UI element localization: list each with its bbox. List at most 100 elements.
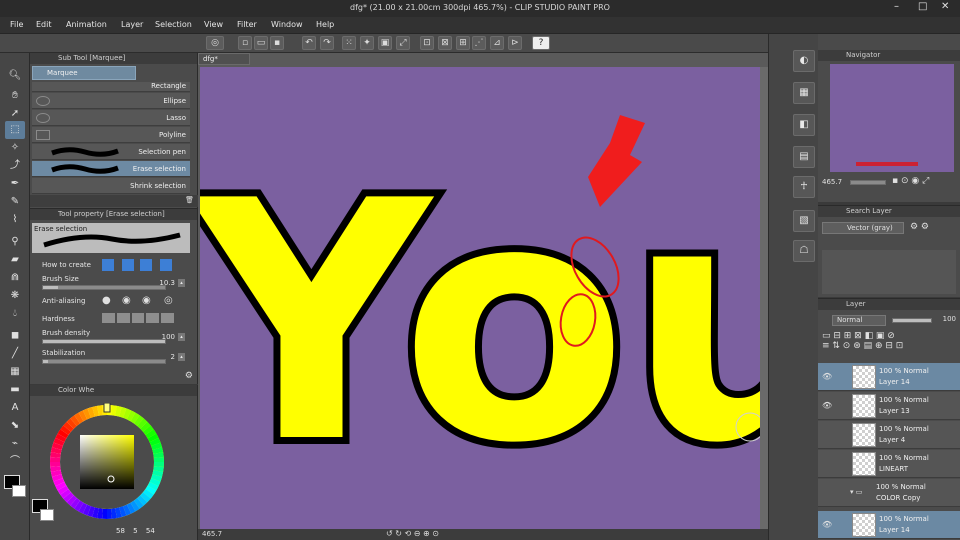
hue-segment[interactable] bbox=[60, 488, 72, 499]
subtool-lasso[interactable]: Lasso bbox=[32, 110, 190, 126]
hue-segment[interactable] bbox=[82, 504, 91, 516]
search-options-icon[interactable]: ⚙ ⚙ bbox=[910, 222, 929, 232]
navigator-preview[interactable] bbox=[830, 64, 954, 172]
aa-none-icon[interactable]: ● bbox=[102, 295, 111, 306]
mode-add-selection-button[interactable] bbox=[122, 259, 134, 271]
help-icon[interactable]: ? bbox=[532, 36, 550, 50]
hue-segment[interactable] bbox=[130, 500, 140, 512]
hue-segment[interactable] bbox=[115, 405, 122, 417]
hue-segment[interactable] bbox=[147, 433, 159, 443]
hue-segment[interactable] bbox=[123, 504, 132, 516]
hue-segment[interactable] bbox=[50, 466, 61, 472]
menu-selection[interactable]: Selection bbox=[155, 20, 192, 29]
hue-segment[interactable] bbox=[87, 406, 95, 418]
hue-segment[interactable] bbox=[66, 495, 77, 506]
hue-segment[interactable] bbox=[111, 405, 117, 416]
subtool-group-tab[interactable]: Marquee bbox=[32, 66, 136, 80]
hue-segment[interactable] bbox=[63, 492, 74, 503]
zoom-tool-icon[interactable]: 🔍︎ bbox=[5, 67, 25, 85]
hue-segment[interactable] bbox=[63, 421, 74, 432]
marquee-tool-icon[interactable]: ⬚ bbox=[5, 121, 25, 139]
menu-help[interactable]: Help bbox=[316, 20, 334, 29]
sub-color-swatch[interactable] bbox=[12, 485, 26, 497]
brush-density-spinner[interactable]: ▴ bbox=[178, 333, 185, 341]
opacity-slider[interactable] bbox=[892, 318, 932, 323]
hue-segment[interactable] bbox=[133, 415, 144, 427]
zoom-readout[interactable]: 465.7 bbox=[202, 530, 222, 538]
hue-segment[interactable] bbox=[50, 452, 61, 458]
open-folder-icon[interactable]: ▭ bbox=[254, 36, 268, 50]
document-tab[interactable]: dfg* bbox=[198, 53, 250, 65]
layer-row[interactable]: 👁︎ 100 % Normal Layer 14 bbox=[818, 511, 960, 539]
hue-segment[interactable] bbox=[111, 508, 117, 519]
hue-segment[interactable] bbox=[147, 481, 159, 491]
hardness-selector[interactable] bbox=[102, 313, 174, 323]
hue-segment[interactable] bbox=[87, 506, 95, 518]
figure-icon[interactable]: ☥ bbox=[793, 176, 815, 198]
hue-segment[interactable] bbox=[137, 418, 148, 429]
hue-segment[interactable] bbox=[133, 497, 144, 509]
frame-tool-icon[interactable]: ▦ bbox=[5, 363, 25, 381]
hue-segment[interactable] bbox=[137, 495, 148, 506]
hue-segment[interactable] bbox=[145, 485, 157, 495]
save-icon[interactable]: ▪ bbox=[270, 36, 284, 50]
menu-animation[interactable]: Animation bbox=[66, 20, 107, 29]
layer-property-icon[interactable]: ◧ bbox=[793, 114, 815, 136]
hue-segment[interactable] bbox=[50, 470, 62, 477]
subtool-polyline[interactable]: Polyline bbox=[32, 127, 190, 143]
ruler-icon[interactable]: ⊿ bbox=[490, 36, 504, 50]
snap-special-icon[interactable]: ⋰ bbox=[472, 36, 486, 50]
eye-icon[interactable]: 👁︎ bbox=[822, 372, 832, 381]
hue-segment[interactable] bbox=[145, 429, 157, 439]
hue-segment[interactable] bbox=[142, 488, 154, 499]
hue-segment[interactable] bbox=[51, 474, 63, 482]
hue-segment[interactable] bbox=[51, 442, 63, 450]
mode-new-selection-button[interactable] bbox=[102, 259, 114, 271]
correct-line-tool-icon[interactable]: ⬊ bbox=[5, 417, 25, 435]
material-icon[interactable]: ☖ bbox=[793, 240, 815, 262]
hue-segment[interactable] bbox=[57, 429, 69, 439]
hue-segment[interactable] bbox=[153, 452, 164, 458]
hue-segment[interactable] bbox=[55, 433, 67, 443]
subtool-selection-pen[interactable]: Selection pen bbox=[32, 144, 190, 160]
hue-segment[interactable] bbox=[151, 442, 163, 450]
hue-cursor[interactable] bbox=[103, 403, 111, 413]
rotate-icon[interactable]: ↺ ↻ ⟲ ⊖ ⊕ ⊙ bbox=[386, 529, 439, 538]
hue-segment[interactable] bbox=[92, 507, 99, 519]
gradient-tool-icon[interactable]: ◼ bbox=[5, 327, 25, 345]
text-tool-icon[interactable]: A bbox=[5, 399, 25, 417]
opacity-value[interactable]: 100 bbox=[943, 315, 956, 323]
navigator-icon[interactable]: ▦ bbox=[793, 82, 815, 104]
mode-subtract-selection-button[interactable] bbox=[140, 259, 152, 271]
menu-view[interactable]: View bbox=[204, 20, 223, 29]
vertical-scrollbar[interactable] bbox=[760, 67, 768, 529]
hue-segment[interactable] bbox=[126, 502, 136, 514]
snap-icon[interactable]: ⊡ bbox=[420, 36, 434, 50]
hue-segment[interactable] bbox=[126, 410, 136, 422]
select-all-icon[interactable]: ⁙ bbox=[342, 36, 356, 50]
hue-segment[interactable] bbox=[119, 406, 127, 418]
decoration-tool-icon[interactable]: ❋ bbox=[5, 287, 25, 305]
color-wheel[interactable] bbox=[48, 403, 166, 521]
hue-segment[interactable] bbox=[78, 502, 88, 514]
hue-segment[interactable] bbox=[82, 408, 91, 420]
snap-grid-icon[interactable]: ⊞ bbox=[456, 36, 470, 50]
subtool-ellipse[interactable]: Ellipse bbox=[32, 93, 190, 109]
new-file-icon[interactable]: ▫ bbox=[238, 36, 252, 50]
airbrush-tool-icon[interactable]: ⚲ bbox=[5, 233, 25, 251]
hue-segment[interactable] bbox=[152, 470, 164, 477]
hue-segment[interactable] bbox=[142, 425, 154, 436]
hue-segment[interactable] bbox=[70, 497, 81, 509]
layer-options-icon[interactable]: ≡ ⇅ ⊙ ⊛ ▤ ⊕ ⊟ ⊡ bbox=[822, 341, 903, 351]
subtool-rectangle[interactable]: Rectangle bbox=[32, 82, 190, 92]
menu-filter[interactable]: Filter bbox=[237, 20, 257, 29]
brush-density-slider[interactable] bbox=[42, 339, 166, 344]
blend-mode-dropdown[interactable]: Normal bbox=[832, 315, 886, 326]
brush-size-spinner[interactable]: ▴ bbox=[178, 279, 185, 287]
blend-tool-icon[interactable]: ⋒ bbox=[5, 269, 25, 287]
balloon-tool-icon[interactable]: ▬ bbox=[5, 381, 25, 399]
hue-segment[interactable] bbox=[74, 500, 84, 512]
menu-file[interactable]: File bbox=[10, 20, 23, 29]
navigator-zoom-slider[interactable] bbox=[850, 180, 886, 185]
minimize-button[interactable]: – bbox=[894, 1, 899, 12]
